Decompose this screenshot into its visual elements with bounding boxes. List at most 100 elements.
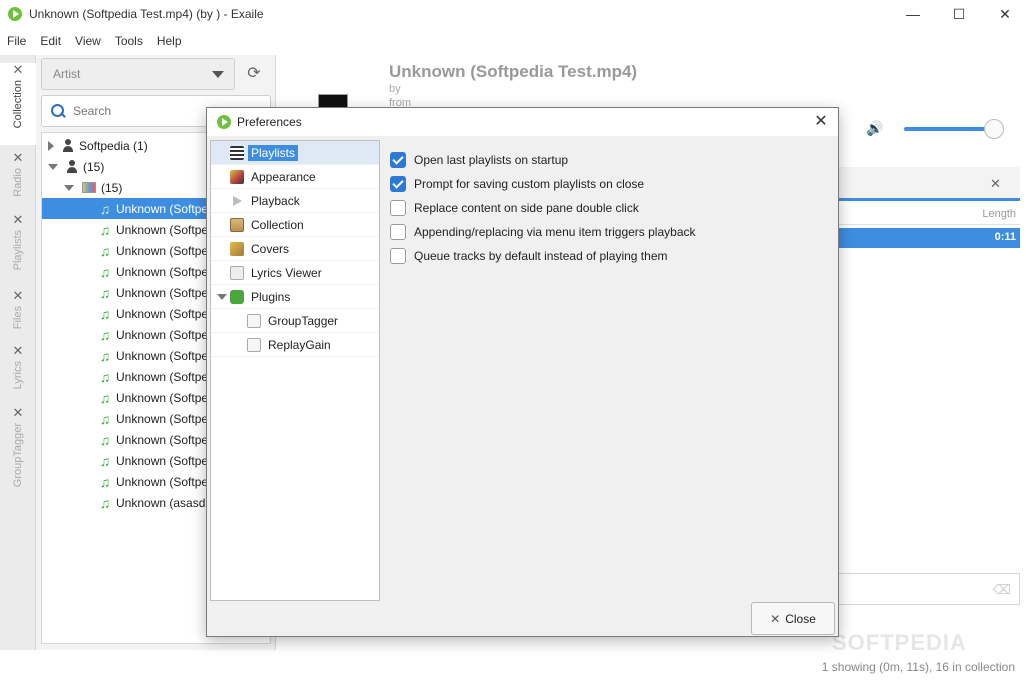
tree-item-label: Unknown (Softpe — [116, 453, 209, 468]
option-checkbox[interactable] — [390, 248, 406, 264]
exaile-logo-icon — [8, 7, 22, 21]
tree-item-label: Unknown (Softpe — [116, 432, 209, 447]
category-lyrics-viewer[interactable]: Lyrics Viewer — [211, 261, 379, 285]
tab-label: Collection — [12, 80, 24, 129]
category-plugins[interactable]: Plugins — [211, 285, 379, 309]
tree-item-label: Unknown (Softpe — [116, 411, 209, 426]
close-tab-icon[interactable]: ✕ — [13, 344, 24, 357]
softpedia-watermark: SOFTPEDIA — [832, 630, 967, 655]
album-icon — [82, 182, 96, 193]
category-expander[interactable] — [216, 291, 228, 303]
category-playback[interactable]: Playback — [211, 189, 379, 213]
dialog-title: Preferences — [237, 115, 302, 129]
dialog-titlebar: Preferences ✕ — [207, 108, 838, 136]
expander-collapsed-icon[interactable] — [48, 140, 54, 151]
close-button-label: Close — [785, 611, 816, 626]
expander-expanded-icon[interactable] — [217, 293, 227, 300]
option-row[interactable]: Queue tracks by default instead of playi… — [390, 245, 667, 267]
tab-files[interactable]: ✕ Files — [0, 289, 36, 337]
close-button[interactable]: ✕ Close — [751, 602, 835, 635]
category-grouptagger[interactable]: GroupTagger — [211, 309, 379, 333]
category-expander — [216, 195, 228, 207]
expander-expanded-icon[interactable] — [48, 163, 58, 170]
menu-file[interactable]: File — [0, 34, 33, 48]
option-label: Replace content on side pane double clic… — [414, 201, 639, 215]
option-checkbox[interactable] — [390, 224, 406, 240]
option-checkbox[interactable] — [390, 176, 406, 192]
category-appearance[interactable]: Appearance — [211, 165, 379, 189]
music-note-icon: ♫ — [99, 389, 111, 406]
menu-edit[interactable]: Edit — [33, 34, 68, 48]
volume-slider-handle[interactable] — [984, 119, 1005, 139]
minimize-button[interactable]: — — [890, 0, 936, 28]
tab-label: Files — [12, 306, 24, 330]
tab-radio[interactable]: ✕ Radio — [0, 151, 36, 207]
close-dialog-icon[interactable]: ✕ — [812, 113, 830, 131]
plugins-icon — [230, 289, 244, 304]
volume-icon[interactable]: 🔊 — [866, 120, 884, 136]
option-row[interactable]: Prompt for saving custom playlists on cl… — [390, 173, 644, 195]
tab-label: Lyrics — [12, 361, 24, 390]
close-tab-icon[interactable]: ✕ — [13, 289, 24, 302]
music-note-icon: ♫ — [99, 242, 111, 259]
close-playlist-icon[interactable]: ✕ — [990, 176, 1001, 192]
appearance-icon — [230, 169, 244, 184]
music-note-icon: ♫ — [99, 452, 111, 469]
window-titlebar: Unknown (Softpedia Test.mp4) (by ) - Exa… — [0, 0, 1028, 28]
category-covers[interactable]: Covers — [211, 237, 379, 261]
artist-icon — [66, 160, 78, 173]
menu-tools[interactable]: Tools — [108, 34, 150, 48]
tree-item-label: (15) — [83, 159, 105, 174]
chevron-down-icon — [212, 71, 224, 78]
category-label: Playlists — [248, 144, 299, 161]
tab-lyrics[interactable]: ✕ Lyrics — [0, 344, 36, 400]
tab-grouptagger[interactable]: ✕ GroupTagger — [0, 406, 36, 496]
status-bar: 1 showing (0m, 11s), 16 in collection — [821, 660, 1015, 674]
option-checkbox[interactable] — [390, 152, 406, 168]
music-note-icon: ♫ — [99, 410, 111, 427]
refresh-icon[interactable]: ⟳ — [244, 63, 264, 83]
playlist-filter-input[interactable]: ⌫ — [836, 573, 1020, 605]
option-row[interactable]: Appending/replacing via menu item trigge… — [390, 221, 696, 243]
menu-view[interactable]: View — [68, 34, 108, 48]
close-tab-icon[interactable]: ✕ — [13, 151, 24, 164]
option-checkbox[interactable] — [390, 200, 406, 216]
tree-item-label: Unknown (Softpe — [116, 222, 209, 237]
option-row[interactable]: Replace content on side pane double clic… — [390, 197, 639, 219]
clear-filter-icon[interactable]: ⌫ — [993, 582, 1011, 598]
view-by-value: Artist — [53, 67, 81, 81]
music-note-icon: ♫ — [99, 263, 111, 280]
length-column-header[interactable]: Length — [982, 208, 1016, 220]
maximize-button[interactable]: ☐ — [936, 0, 982, 28]
track-length: 0:11 — [994, 231, 1016, 243]
close-tab-icon[interactable]: ✕ — [13, 406, 24, 419]
album-art[interactable] — [318, 94, 348, 108]
category-replaygain[interactable]: ReplayGain — [211, 333, 379, 357]
tab-label: Playlists — [12, 230, 24, 271]
music-note-icon: ♫ — [99, 284, 111, 301]
lyrics-icon — [230, 265, 244, 280]
tab-playlists[interactable]: ✕ Playlists — [0, 213, 36, 281]
expander-expanded-icon[interactable] — [64, 184, 74, 191]
option-label: Open last playlists on startup — [414, 153, 569, 167]
option-row[interactable]: Open last playlists on startup — [390, 149, 568, 171]
category-expander — [216, 147, 228, 159]
category-playlists[interactable]: Playlists — [211, 141, 379, 165]
now-playing-title: Unknown (Softpedia Test.mp4) — [389, 62, 638, 81]
playlist-row[interactable]: 0:11 — [836, 228, 1020, 248]
side-pane-tabs: ✕ Collection ✕ Radio ✕ Playlists ✕ Files… — [0, 55, 36, 650]
tab-label: GroupTagger — [12, 423, 24, 488]
menu-help[interactable]: Help — [150, 34, 189, 48]
option-label: Queue tracks by default instead of playi… — [414, 249, 668, 263]
close-tab-icon[interactable]: ✕ — [13, 63, 24, 76]
close-window-button[interactable]: ✕ — [982, 0, 1028, 28]
category-label: Playback — [251, 193, 300, 208]
view-by-dropdown[interactable]: Artist — [41, 58, 235, 90]
category-collection[interactable]: Collection — [211, 213, 379, 237]
tab-collection[interactable]: ✕ Collection — [0, 63, 36, 145]
playback-icon — [230, 194, 244, 208]
close-tab-icon[interactable]: ✕ — [13, 213, 24, 226]
search-placeholder: Search — [73, 104, 112, 118]
playlist-header: Length — [836, 205, 1020, 225]
music-note-icon: ♫ — [99, 347, 111, 364]
